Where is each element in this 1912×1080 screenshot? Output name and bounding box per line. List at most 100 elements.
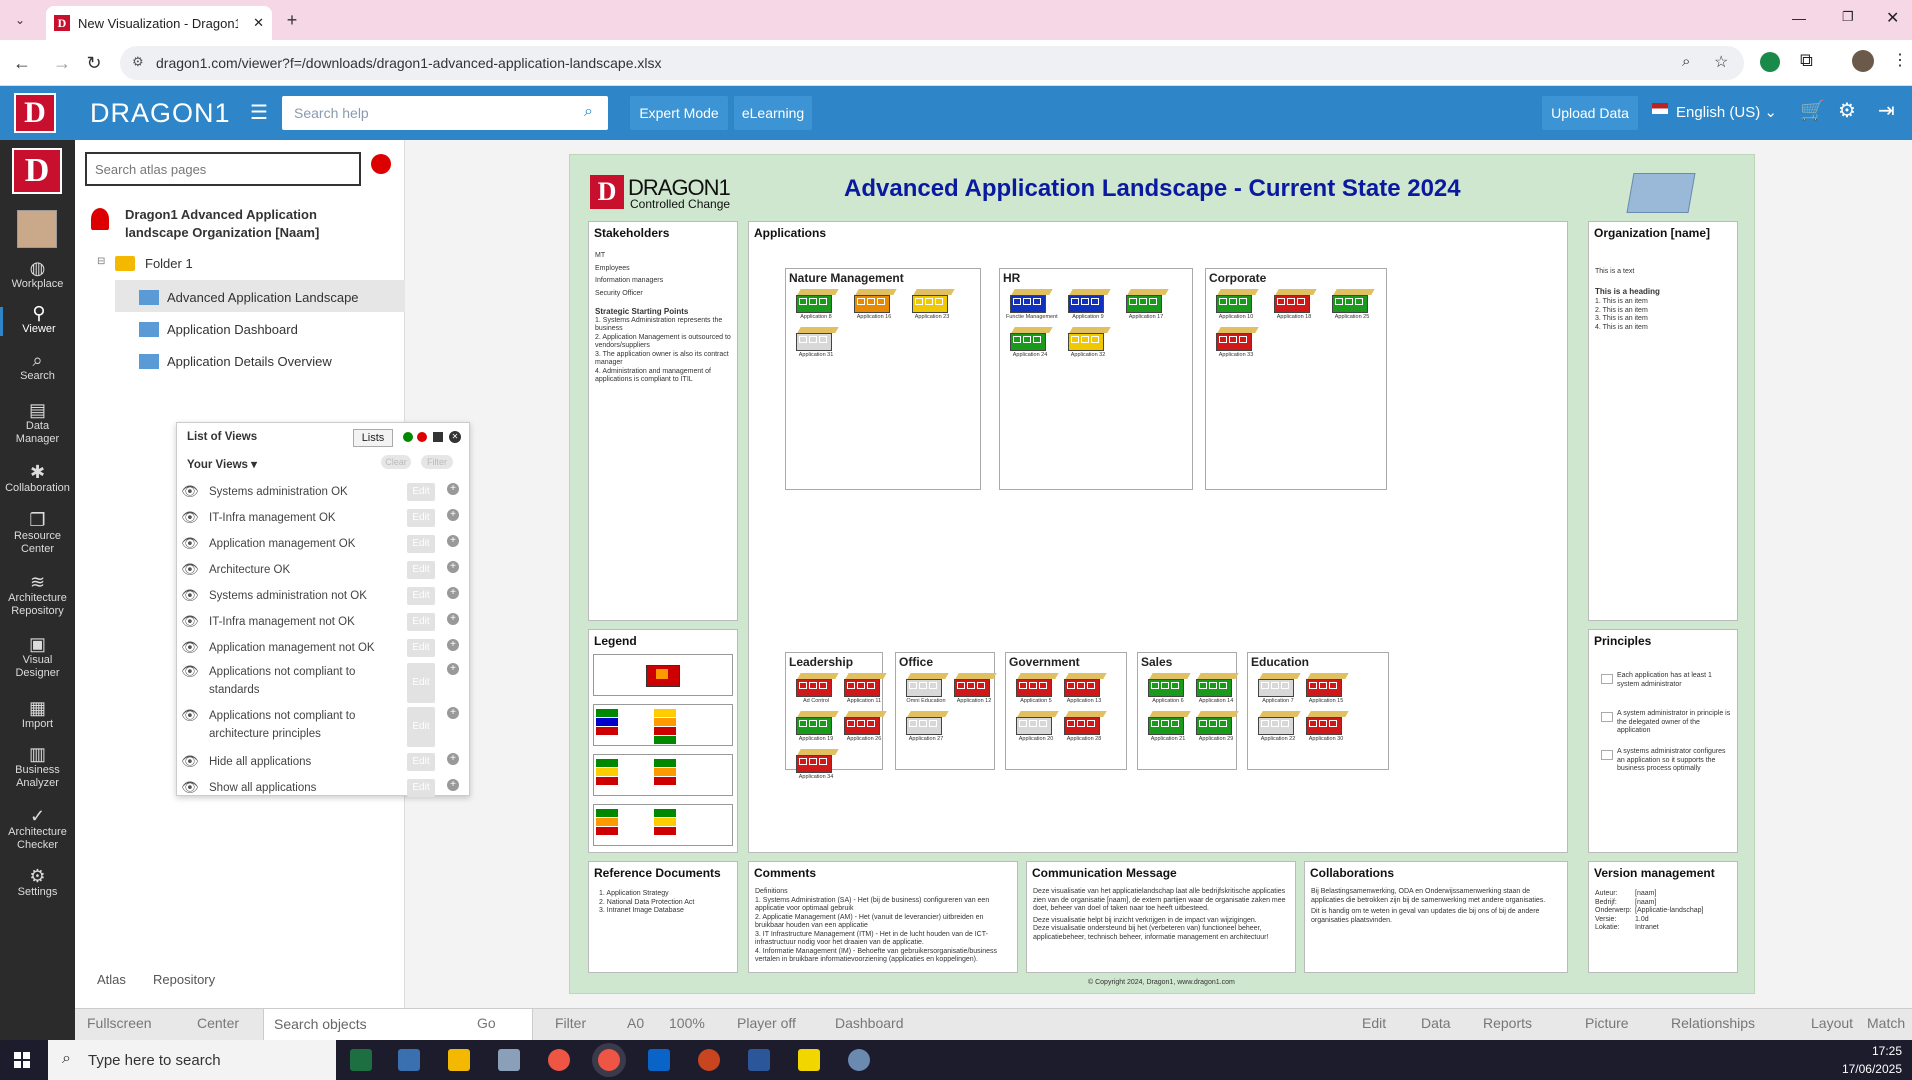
application-node[interactable]: Application 29 <box>1196 711 1239 742</box>
application-node[interactable]: Application 26 <box>844 711 887 742</box>
add-view-icon[interactable]: + <box>447 613 459 625</box>
sidebar-item-resource-center[interactable]: ❐ Resource Center <box>0 511 75 556</box>
eye-slash-icon[interactable]: 👁 <box>181 779 199 796</box>
browser-tab[interactable]: D New Visualization - Dragon1 Vi ✕ <box>46 6 272 40</box>
file-explorer-icon[interactable] <box>448 1049 470 1071</box>
application-node[interactable]: Application 9 <box>1068 289 1111 320</box>
dragon1-logo-icon[interactable]: D <box>14 93 56 133</box>
zoom-icon[interactable]: ⌕ <box>1682 53 1690 70</box>
application-group[interactable]: Corporate Application 10 Application 18 App… <box>1205 268 1387 490</box>
sidebar-item-search[interactable]: ⌕ Search <box>0 351 75 383</box>
clock-date[interactable]: 17/06/2025 <box>1832 1062 1902 1076</box>
data-toolbar-button[interactable]: Data <box>1421 1015 1451 1031</box>
green-status-icon[interactable] <box>403 432 413 442</box>
profile-avatar[interactable] <box>1852 50 1874 72</box>
application-node[interactable]: Application 24 <box>1010 327 1053 358</box>
reports-toolbar-button[interactable]: Reports <box>1483 1015 1532 1031</box>
your-views-dropdown[interactable]: Your Views ▾ <box>187 457 257 471</box>
sidebar-item-architecture-checker[interactable]: ✓ Architecture Checker <box>0 807 75 852</box>
close-tab-icon[interactable]: ✕ <box>253 15 264 31</box>
sidebar-item-architecture-repository[interactable]: ≋ Architecture Repository <box>0 573 75 618</box>
edit-view-button[interactable]: Edit <box>407 663 435 703</box>
eye-slash-icon[interactable]: 👁 <box>181 707 199 724</box>
application-node[interactable]: Ad Control <box>796 673 839 704</box>
atlas-search-input[interactable]: Search atlas pages <box>85 152 361 186</box>
zoom-level[interactable]: 100% <box>669 1015 705 1031</box>
application-group[interactable]: HR Functie Management Application 9 Applica… <box>999 268 1193 490</box>
add-view-icon[interactable]: + <box>447 483 459 495</box>
eye-slash-icon[interactable]: 👁 <box>181 535 199 552</box>
sidebar-item-settings[interactable]: ⚙ Settings <box>0 867 75 899</box>
application-group[interactable]: Nature Management Application 8 Applicatio… <box>785 268 981 490</box>
site-info-icon[interactable]: ⚙ <box>132 54 144 70</box>
edit-view-button[interactable]: Edit <box>407 779 435 797</box>
elearning-button[interactable]: eLearning <box>734 96 812 130</box>
application-node[interactable]: Application 12 <box>954 673 997 704</box>
add-view-icon[interactable]: + <box>447 535 459 547</box>
application-node[interactable]: Application 5 <box>1016 673 1059 704</box>
eye-slash-icon[interactable]: 👁 <box>181 561 199 578</box>
eye-slash-icon[interactable]: 👁 <box>181 483 199 500</box>
application-node[interactable]: Application 10 <box>1216 289 1259 320</box>
edit-view-button[interactable]: Edit <box>407 535 435 553</box>
application-node[interactable]: Application 18 <box>1274 289 1317 320</box>
sidebar-item-collaboration[interactable]: ✱ Collaboration <box>0 463 75 495</box>
eye-slash-icon[interactable]: 👁 <box>181 753 199 770</box>
minimize-icon[interactable]: — <box>1792 10 1806 26</box>
bookmark-star-icon[interactable]: ☆ <box>1714 52 1728 72</box>
application-group[interactable]: Sales Application 6 Application 14 Applicat… <box>1137 652 1239 770</box>
tab-repository[interactable]: Repository <box>153 972 215 987</box>
edit-view-button[interactable]: Edit <box>407 561 435 579</box>
tree-folder[interactable]: Folder 1 <box>145 256 193 271</box>
center-button[interactable]: Center <box>197 1015 239 1031</box>
upload-data-button[interactable]: Upload Data <box>1542 96 1638 130</box>
restore-icon[interactable]: ❐ <box>1842 9 1854 25</box>
tree-page-application-dashboard[interactable]: Application Dashboard <box>167 322 298 337</box>
tree-page-application-details-overview[interactable]: Application Details Overview <box>167 354 332 369</box>
application-node[interactable]: Application 21 <box>1148 711 1191 742</box>
paper-size-button[interactable]: A0 <box>627 1015 644 1031</box>
application-node[interactable]: Application 17 <box>1126 289 1169 320</box>
add-view-icon[interactable]: + <box>447 561 459 573</box>
close-panel-icon[interactable]: ✕ <box>449 431 461 443</box>
application-node[interactable]: Application 22 <box>1258 711 1301 742</box>
application-node[interactable]: Application 19 <box>796 711 839 742</box>
edit-view-button[interactable]: Edit <box>407 613 435 631</box>
eye-slash-icon[interactable]: 👁 <box>181 613 199 630</box>
edit-view-button[interactable]: Edit <box>407 483 435 501</box>
sidebar-item-visual-designer[interactable]: ▣ Visual Designer <box>0 635 75 680</box>
application-node[interactable]: Application 15 <box>1306 673 1349 704</box>
filter-button[interactable]: Filter <box>421 455 453 469</box>
edit-toolbar-button[interactable]: Edit <box>1362 1015 1386 1031</box>
user-avatar[interactable] <box>17 210 57 248</box>
application-node[interactable]: Application 31 <box>796 327 839 358</box>
help-search-input[interactable]: Search help ⌕ <box>282 96 608 130</box>
edit-view-button[interactable]: Edit <box>407 509 435 527</box>
taskbar-search-input[interactable]: ⌕ Type here to search <box>48 1040 336 1080</box>
eye-slash-icon[interactable]: 👁 <box>181 663 199 680</box>
dragon1-sidebar-logo-icon[interactable]: D <box>12 148 62 194</box>
sidebar-item-data-manager[interactable]: ▤ Data Manager <box>0 401 75 446</box>
sidebar-item-viewer[interactable]: ⚲ Viewer <box>0 304 75 336</box>
puzzle-extensions-icon[interactable]: ⧉ <box>1800 50 1813 71</box>
outlook-icon[interactable] <box>648 1049 670 1071</box>
lists-button[interactable]: Lists <box>353 429 393 447</box>
application-node[interactable]: Application 20 <box>1016 711 1059 742</box>
collapse-toggle-icon[interactable]: ⊟ <box>97 256 105 267</box>
record-indicator-icon[interactable] <box>371 154 391 174</box>
application-node[interactable]: Application 7 <box>1258 673 1301 704</box>
add-view-icon[interactable]: + <box>447 753 459 765</box>
app-icon[interactable] <box>398 1049 420 1071</box>
search-icon[interactable]: ⌕ <box>584 103 593 121</box>
application-node[interactable]: Omni Education <box>906 673 949 704</box>
expert-mode-button[interactable]: Expert Mode <box>630 96 728 130</box>
url-field[interactable]: ⚙ dragon1.com/viewer?f=/downloads/dragon… <box>120 46 1744 80</box>
settings-gears-icon[interactable]: ⚙ <box>1838 98 1856 123</box>
application-node[interactable]: Application 11 <box>844 673 887 704</box>
tab-atlas[interactable]: Atlas <box>97 972 126 987</box>
player-toggle[interactable]: Player off <box>737 1015 796 1031</box>
sidebar-item-business-analyzer[interactable]: ▥ Business Analyzer <box>0 745 75 790</box>
edit-view-button[interactable]: Edit <box>407 707 435 747</box>
app-icon[interactable] <box>848 1049 870 1071</box>
hamburger-menu-icon[interactable]: ☰ <box>250 100 268 125</box>
